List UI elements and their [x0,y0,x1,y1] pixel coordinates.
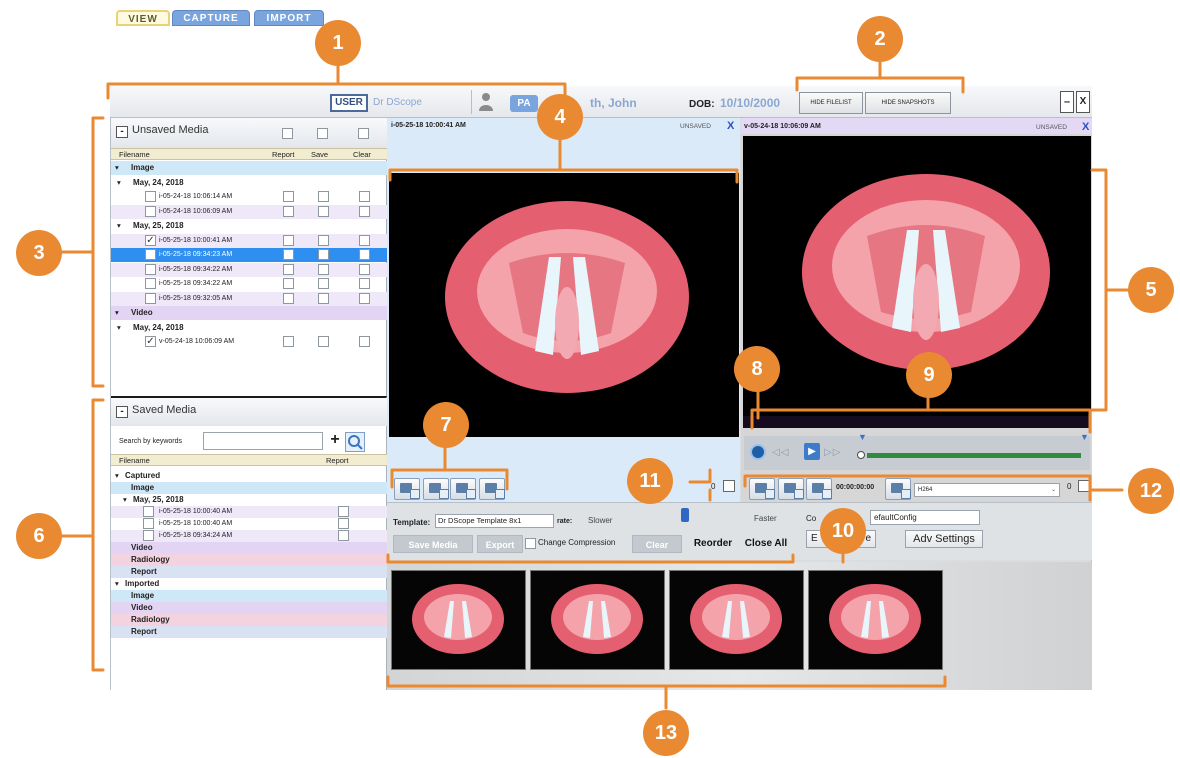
callout-13: 13 [643,710,689,756]
callout-10: 10 [820,508,866,554]
callout-1: 1 [315,20,361,66]
callout-2: 2 [857,16,903,62]
annotated-screenshot: VIEW CAPTURE IMPORT USER Dr DScope PA th… [0,0,1180,758]
annotation-brackets [59,58,1132,710]
callout-4: 4 [537,94,583,140]
callout-3: 3 [16,230,62,276]
callout-5: 5 [1128,267,1174,313]
callout-8: 8 [734,346,780,392]
callout-6: 6 [16,513,62,559]
callout-9: 9 [906,352,952,398]
callout-12: 12 [1128,468,1174,514]
callout-11: 11 [627,458,673,504]
callout-7: 7 [423,402,469,448]
